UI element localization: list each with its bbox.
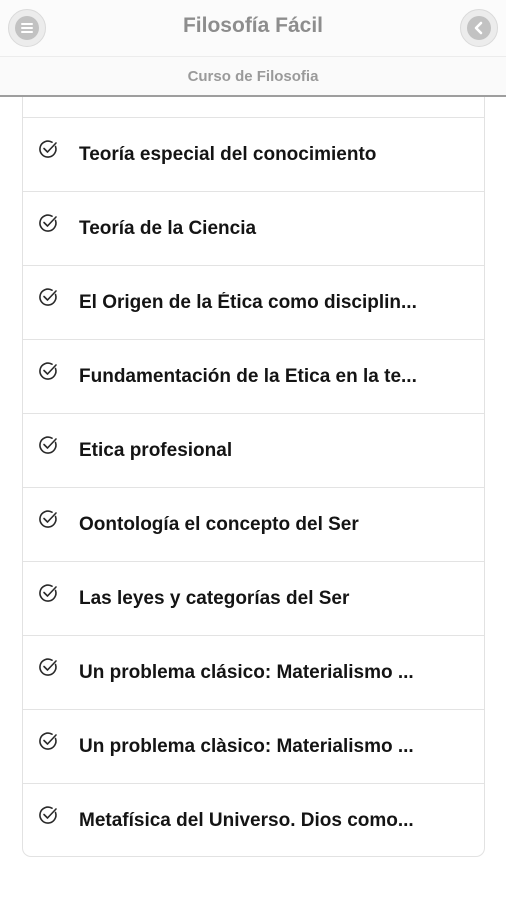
list-item[interactable]: Etica profesional <box>23 413 484 487</box>
list-item-label: El Origen de la Ética como disciplin... <box>79 292 417 313</box>
back-arrow-icon <box>467 16 491 40</box>
checkmark-circle-icon <box>39 362 57 380</box>
checkmark-circle-icon <box>39 510 57 528</box>
course-title: Curso de Filosofia <box>187 68 319 85</box>
list-item[interactable]: Un problema clásico: Materialismo ... <box>23 635 484 709</box>
list-item-label: Teoría de la Ciencia <box>79 218 257 239</box>
checkmark-circle-icon <box>39 288 57 306</box>
list-item-label: Teoría especial del conocimiento <box>79 144 377 165</box>
list-item[interactable]: Las leyes y categorías del Ser <box>23 561 484 635</box>
list-item-label: Fundamentación de la Etica en la te... <box>79 366 417 387</box>
list-item[interactable]: Un problema clàsico: Materialismo ... <box>23 709 484 783</box>
list-item[interactable]: Metafísica del Universo. Dios como... <box>23 783 484 857</box>
lesson-list[interactable]: Teoría especial del conocimiento Teoría … <box>22 97 485 857</box>
list-item[interactable]: El Origen de la Ética como disciplin... <box>23 265 484 339</box>
list-item-label: Las leyes y categorías del Ser <box>79 588 350 609</box>
checkmark-circle-icon <box>39 584 57 602</box>
app-header: Filosofía Fácil <box>0 0 506 56</box>
list-item[interactable]: Teoría de la Ciencia <box>23 191 484 265</box>
back-button[interactable] <box>460 9 498 47</box>
checkmark-circle-icon <box>39 732 57 750</box>
sub-header: Curso de Filosofia <box>0 56 506 97</box>
list-item-label: Metafísica del Universo. Dios como... <box>79 810 414 831</box>
list-item-label: Un problema clásico: Materialismo ... <box>79 662 414 683</box>
list-item[interactable]: Teoría especial del conocimiento <box>23 117 484 191</box>
checkmark-circle-icon <box>39 658 57 676</box>
checkmark-circle-icon <box>39 140 57 158</box>
list-item-label: Oontología el concepto del Ser <box>79 514 359 535</box>
list-item[interactable]: Fundamentación de la Etica en la te... <box>23 339 484 413</box>
checkmark-circle-icon <box>39 214 57 232</box>
list-item-label: Etica profesional <box>79 440 233 461</box>
app-title: Filosofía Fácil <box>182 14 324 37</box>
list-item-label: Un problema clàsico: Materialismo ... <box>79 736 414 757</box>
checkmark-circle-icon <box>39 806 57 824</box>
list-item[interactable]: Oontología el concepto del Ser <box>23 487 484 561</box>
checkmark-circle-icon <box>39 436 57 454</box>
